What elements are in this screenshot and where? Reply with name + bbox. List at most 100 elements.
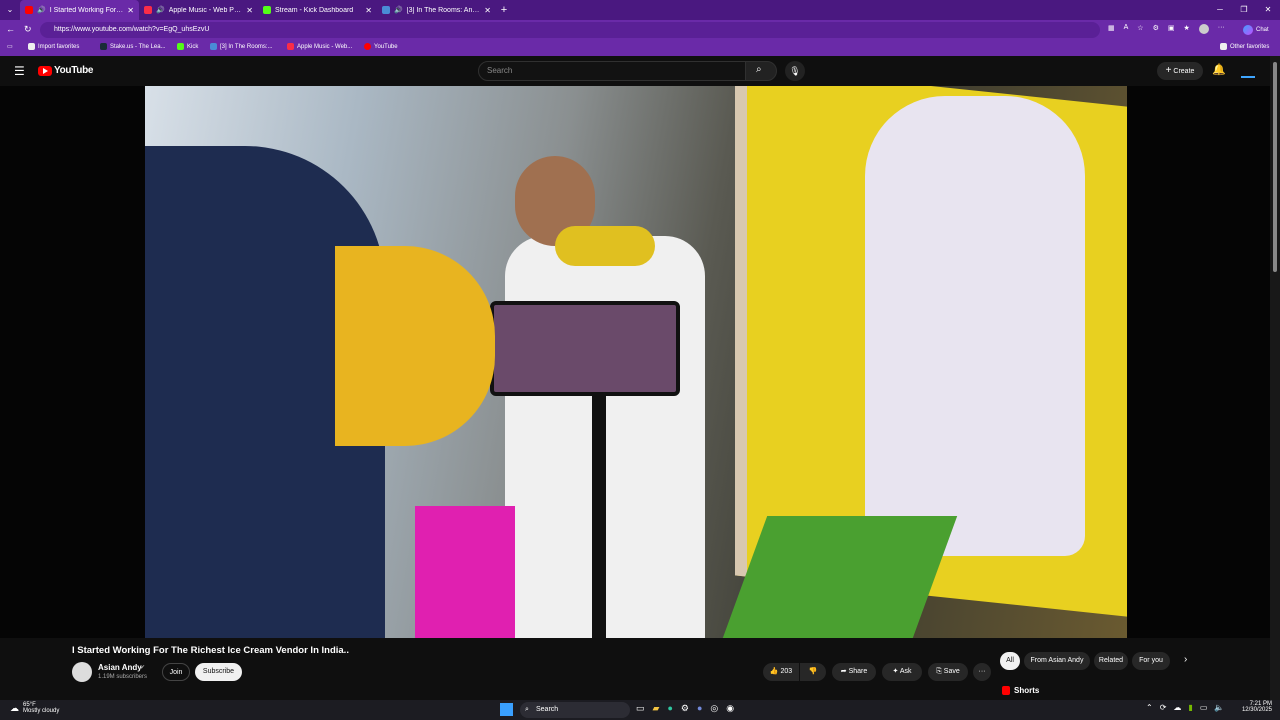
tab-apple-music[interactable]: 🔊 Apple Music - Web Player ✕ [139,0,258,20]
page-scrollbar[interactable] [1270,56,1280,700]
bookmark-label: Kick [187,43,199,50]
taskbar-search[interactable]: ⌕ Search [520,702,630,718]
kick-favicon-icon [263,6,271,14]
youtube-masthead: ☰ YouTube Search ⌕ 🎙 + Create 🔔 [0,56,1280,86]
thumbs-down-icon: 👎 [808,668,818,675]
network-icon[interactable]: ▭ [1200,703,1208,712]
profile-avatar[interactable] [1198,24,1209,34]
tab-in-the-rooms[interactable]: 🔊 [3] In The Rooms: An Online Me... ✕ [377,0,496,20]
channel-name[interactable]: Asian Andy [98,663,142,672]
shorts-header: Shorts [1002,686,1039,695]
video-player[interactable] [0,86,1270,638]
account-avatar[interactable] [1241,64,1255,78]
audio-icon: 🔊 [37,7,46,14]
chip-label: Related [1098,657,1124,664]
close-tab-icon[interactable]: ✕ [127,6,134,15]
more-icon[interactable]: ··· [1218,24,1225,34]
chat-label: Chat [1256,27,1269,33]
subscribe-button[interactable]: Subscribe [195,663,242,681]
join-button[interactable]: Join [162,663,190,681]
tab-title: Apple Music - Web Player [168,6,243,14]
save-button[interactable]: ⎘ Save [928,663,968,681]
cloud-sync-icon[interactable]: ☁ [1173,703,1181,712]
join-label: Join [169,669,183,676]
thumbs-up-icon: 👍 [769,668,779,675]
collections-icon[interactable]: ▣ [1168,24,1175,34]
chip-related[interactable]: Related [1094,652,1128,670]
chevron-right-icon[interactable]: › [1184,654,1187,665]
tab-actions-button[interactable]: ⌄ [0,0,20,20]
voice-search-button[interactable]: 🎙 [785,61,805,81]
search-button[interactable]: ⌕ [745,61,777,81]
close-tab-icon[interactable]: ✕ [484,6,491,15]
favorite-star-icon[interactable]: ☆ [1137,24,1143,34]
chip-from-asian-andy[interactable]: From Asian Andy [1024,652,1090,670]
copilot-chat-button[interactable]: Chat [1243,23,1269,37]
read-aloud-icon[interactable]: A [1124,24,1129,34]
bookmark-kick[interactable]: Kick [177,43,198,50]
refresh-icon[interactable]: ↻ [24,24,32,35]
weather-widget[interactable]: ☁ 65°F Mostly cloudy [10,702,59,714]
youtube-logo[interactable]: YouTube [38,65,94,76]
more-actions-button[interactable]: ··· [973,663,991,681]
youtube-favicon-icon [25,6,33,14]
bookmark-apple-music[interactable]: Apple Music - Web... [287,43,352,50]
create-button[interactable]: + Create [1157,62,1203,80]
ask-button[interactable]: ✦ Ask [882,663,922,681]
bookmark-stake[interactable]: Stake.us - The Lea... [100,43,166,50]
dislike-button[interactable]: 👎 [800,663,826,681]
nvidia-icon[interactable]: ▮ [1188,703,1192,712]
folder-icon [28,43,35,50]
close-tab-icon[interactable]: ✕ [365,6,372,15]
sparkle-icon: ✦ [892,668,899,675]
weather-description: Mostly cloudy [23,708,60,714]
show-hidden-icons-icon[interactable]: ⌃ [1146,703,1153,712]
address-bar[interactable]: https://www.youtube.com/watch?v=EgQ_uhsE… [40,22,1100,38]
scrollbar-thumb[interactable] [1273,62,1277,272]
windows-start-icon[interactable] [500,703,513,716]
restore-icon[interactable]: ❐ [1232,0,1256,20]
more-horizontal-icon: ··· [978,668,986,675]
back-icon[interactable]: ← [6,24,15,34]
clock[interactable]: 7:21 PM 12/30/2025 [1238,701,1272,713]
tab-youtube-video[interactable]: 🔊 I Started Working For The Richest Ice … [20,0,139,20]
file-explorer-icon[interactable]: ▰ [653,703,660,714]
sidebar-toggle-icon[interactable]: ▭ [7,43,13,50]
channel-avatar[interactable] [72,662,92,682]
chrome-icon[interactable]: ◎ [710,703,718,714]
hamburger-menu-icon[interactable]: ☰ [14,64,25,78]
volume-icon[interactable]: 🔈 [1214,703,1224,712]
minimize-icon[interactable]: ─ [1208,0,1232,20]
close-tab-icon[interactable]: ✕ [246,6,253,15]
sync-icon[interactable]: ⟳ [1160,703,1167,712]
create-label: Create [1173,68,1195,75]
bookmark-in-the-rooms[interactable]: [3] In The Rooms:... [210,43,273,50]
new-tab-button[interactable]: + [496,4,512,16]
other-favorites-label: Other favorites [1230,43,1270,50]
close-window-icon[interactable]: ✕ [1256,0,1280,20]
video-frame[interactable] [145,86,1127,638]
edge-icon[interactable]: ● [667,703,672,714]
settings-icon[interactable]: ⚙ [681,703,689,714]
notifications-bell-icon[interactable]: 🔔 [1212,63,1226,76]
tab-kick-dashboard[interactable]: Stream - Kick Dashboard ✕ [258,0,377,20]
like-button[interactable]: 👍 203 [763,663,799,681]
search-input[interactable]: Search [478,61,746,81]
taskbar-search-label: Search [536,706,559,713]
discord-icon[interactable]: ● [697,703,702,714]
share-button[interactable]: ➦ Share [832,663,876,681]
extension-icon[interactable]: ▦ [1108,24,1115,34]
bookmark-import-favorites[interactable]: Import favorites [28,43,79,50]
like-count: 203 [780,668,793,675]
chip-label: All [1006,657,1014,664]
kick-icon [177,43,184,50]
chip-for-you[interactable]: For you [1132,652,1170,670]
chip-all[interactable]: All [1000,652,1020,670]
youtube-icon [364,43,371,50]
extensions-icon[interactable]: ⚙ [1153,24,1159,34]
task-view-icon[interactable]: ▭ [636,703,645,714]
bookmark-youtube[interactable]: YouTube [364,43,398,50]
steam-icon[interactable]: ◉ [726,703,734,714]
favorites-icon[interactable]: ★ [1183,24,1189,34]
other-favorites[interactable]: Other favorites [1220,43,1269,50]
